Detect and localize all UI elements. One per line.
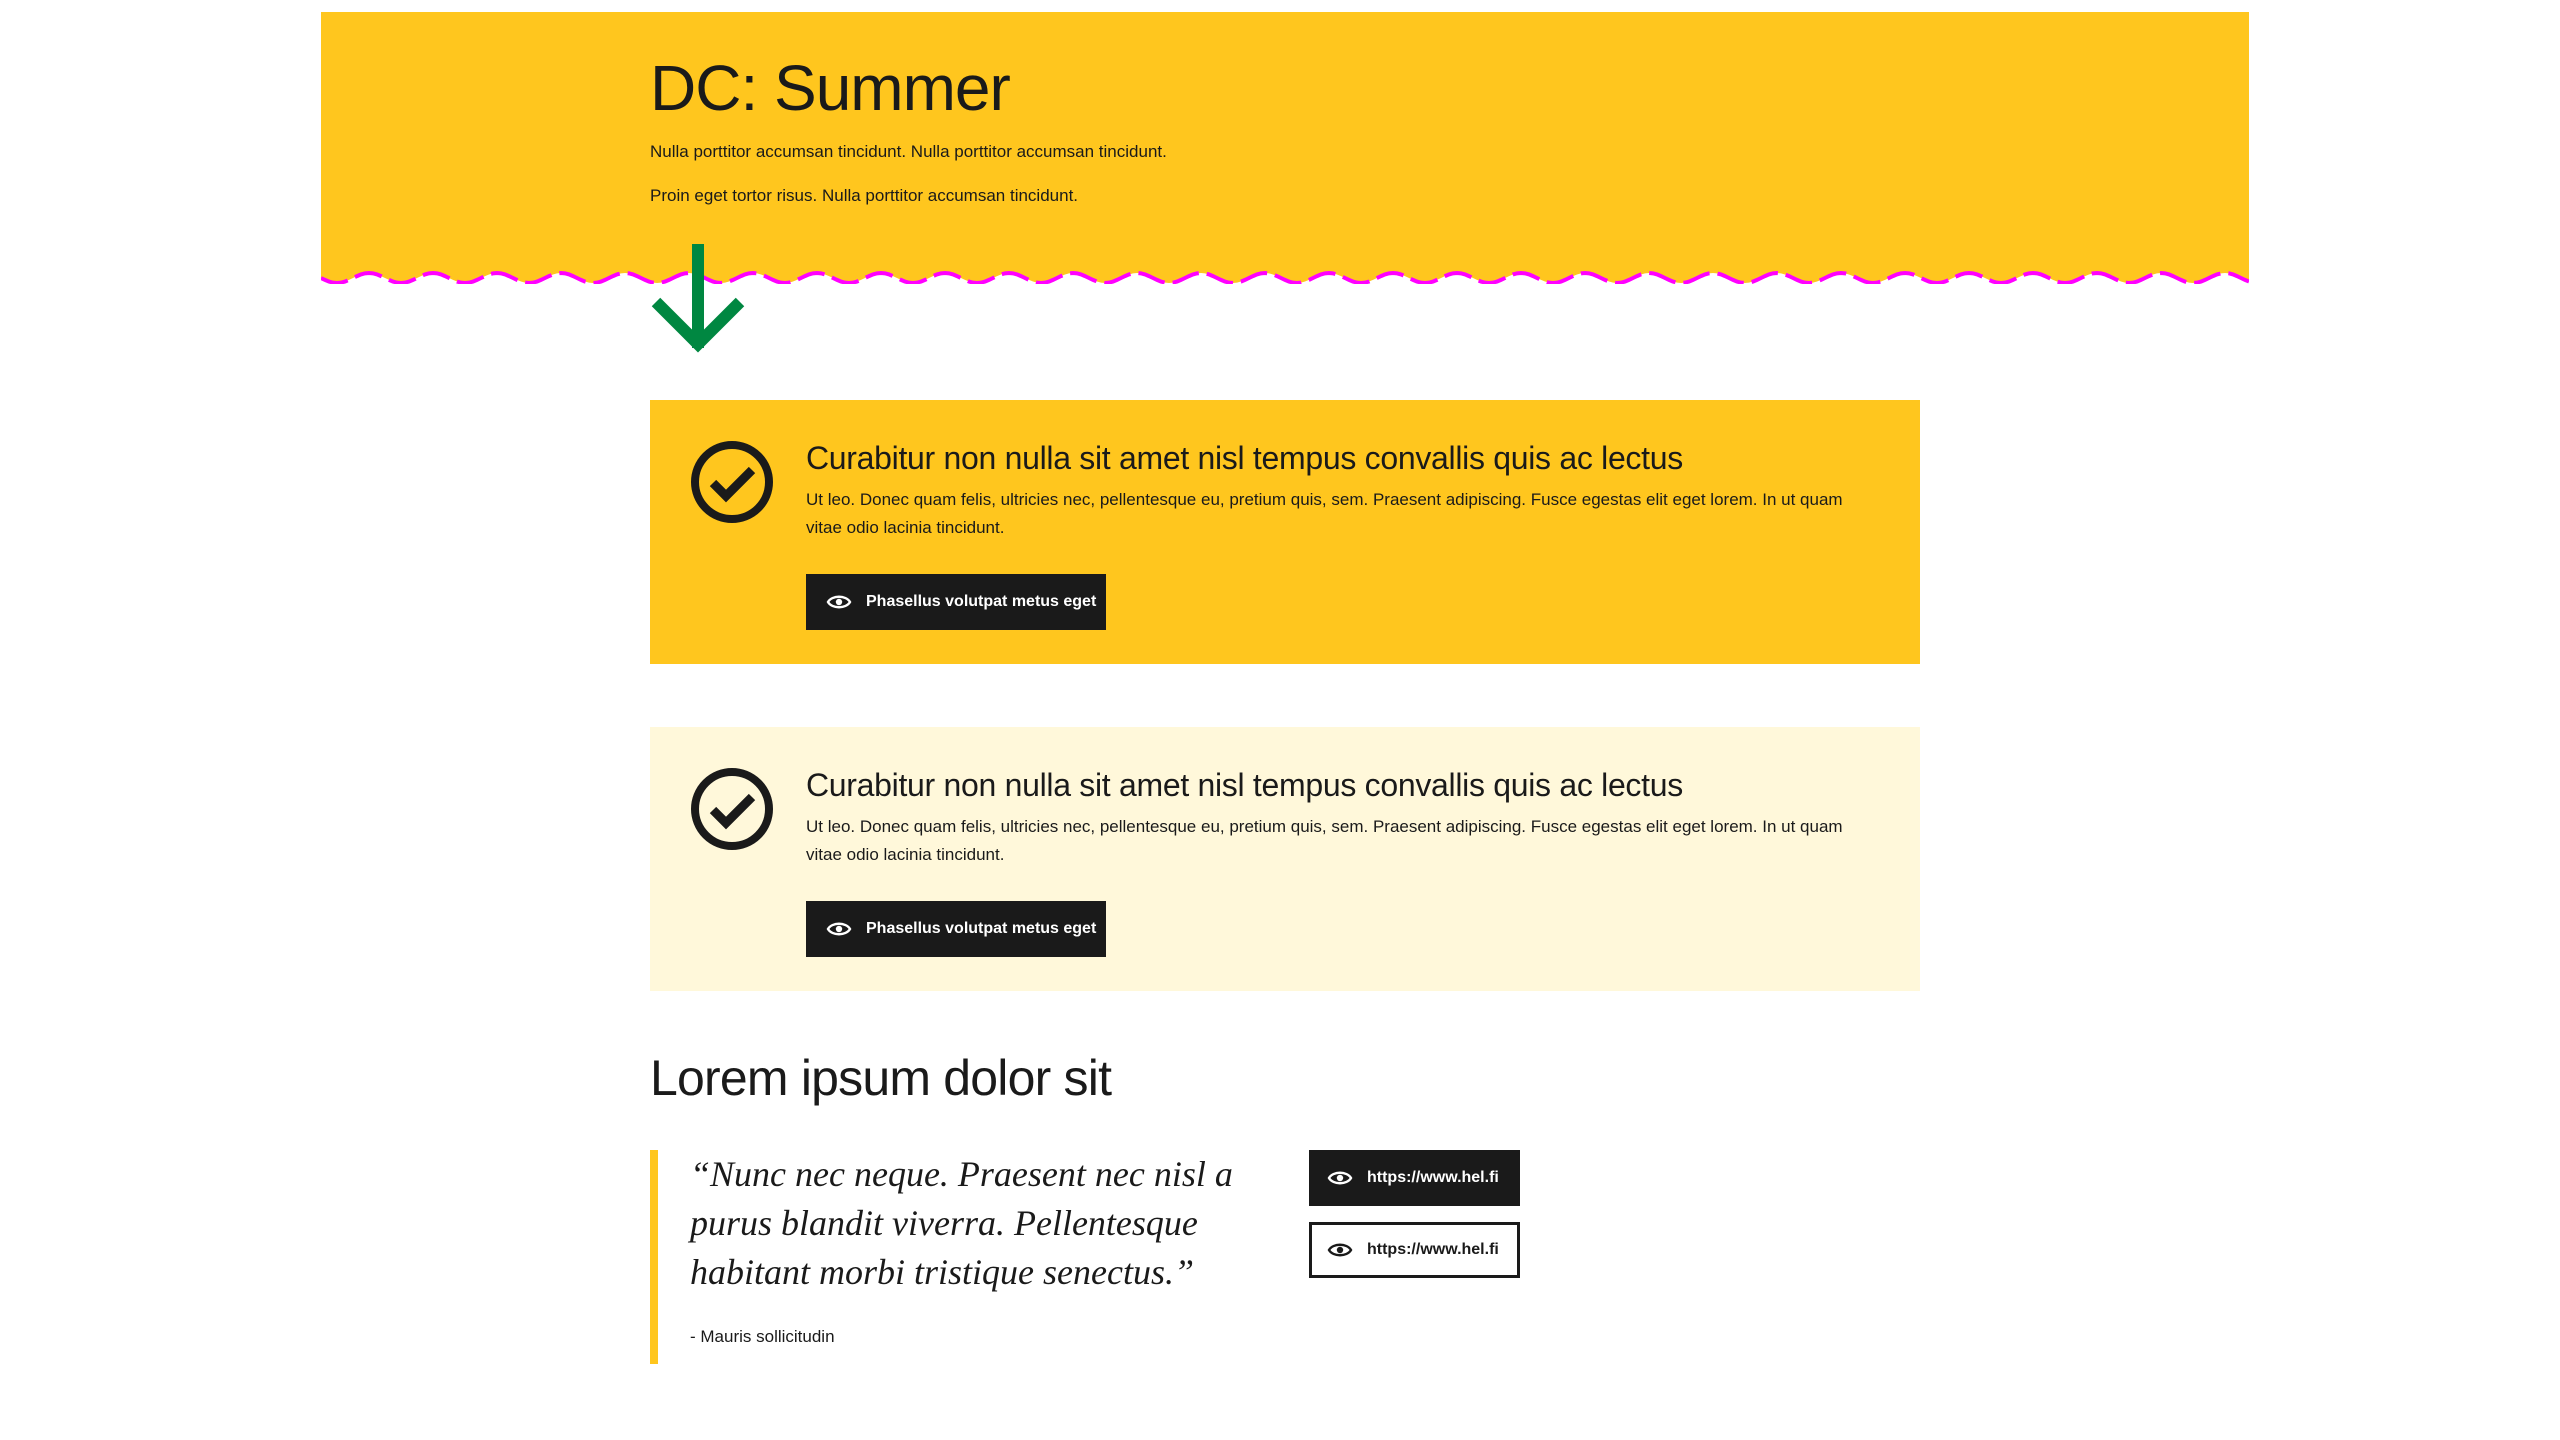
button-label: Phasellus volutpat metus eget (866, 920, 1097, 937)
link-label: https://www.hel.fi (1367, 1241, 1499, 1258)
notification-action-button[interactable]: Phasellus volutpat metus eget (806, 574, 1106, 630)
section-title: Lorem ipsum dolor sit (650, 1050, 1112, 1106)
notification-title: Curabitur non nulla sit amet nisl tempus… (806, 440, 1683, 476)
link-label: https://www.hel.fi (1367, 1169, 1499, 1186)
button-label: Phasellus volutpat metus eget (866, 593, 1097, 610)
check-circle-icon (691, 768, 773, 850)
quote-text: “Nunc nec neque. Praesent nec nisl a pur… (690, 1154, 1233, 1292)
notification-box: Curabitur non nulla sit amet nisl tempus… (650, 400, 1920, 664)
quote-author: - Mauris sollicitudin (690, 1327, 835, 1346)
notification-action-button[interactable]: Phasellus volutpat metus eget (806, 901, 1106, 957)
arrow-down-icon (651, 244, 745, 353)
hero-content: DC: Summer Nulla porttitor accumsan tinc… (650, 48, 1850, 208)
check-circle-icon (691, 441, 773, 523)
notification-text: Ut leo. Donec quam felis, ultricies nec,… (806, 817, 1843, 864)
link-button-primary[interactable]: https://www.hel.fi (1309, 1150, 1520, 1206)
eye-icon (1327, 1171, 1353, 1185)
hero-paragraph: Nulla porttitor accumsan tincidunt. Null… (650, 142, 1167, 161)
notification-title: Curabitur non nulla sit amet nisl tempus… (806, 767, 1683, 803)
page: DC: Summer Nulla porttitor accumsan tinc… (0, 0, 2560, 1440)
notification-box: Curabitur non nulla sit amet nisl tempus… (650, 727, 1920, 991)
eye-icon (826, 922, 852, 936)
blockquote: “Nunc nec neque. Praesent nec nisl a pur… (650, 1150, 1250, 1364)
link-button-secondary[interactable]: https://www.hel.fi (1309, 1222, 1520, 1278)
notification-text: Ut leo. Donec quam felis, ultricies nec,… (806, 490, 1843, 537)
hero-paragraph: Proin eget tortor risus. Nulla porttitor… (650, 186, 1079, 205)
eye-icon (1327, 1243, 1353, 1257)
page-title: DC: Summer (650, 52, 1011, 124)
eye-icon (826, 595, 852, 609)
hero-section: DC: Summer Nulla porttitor accumsan tinc… (321, 12, 2249, 284)
